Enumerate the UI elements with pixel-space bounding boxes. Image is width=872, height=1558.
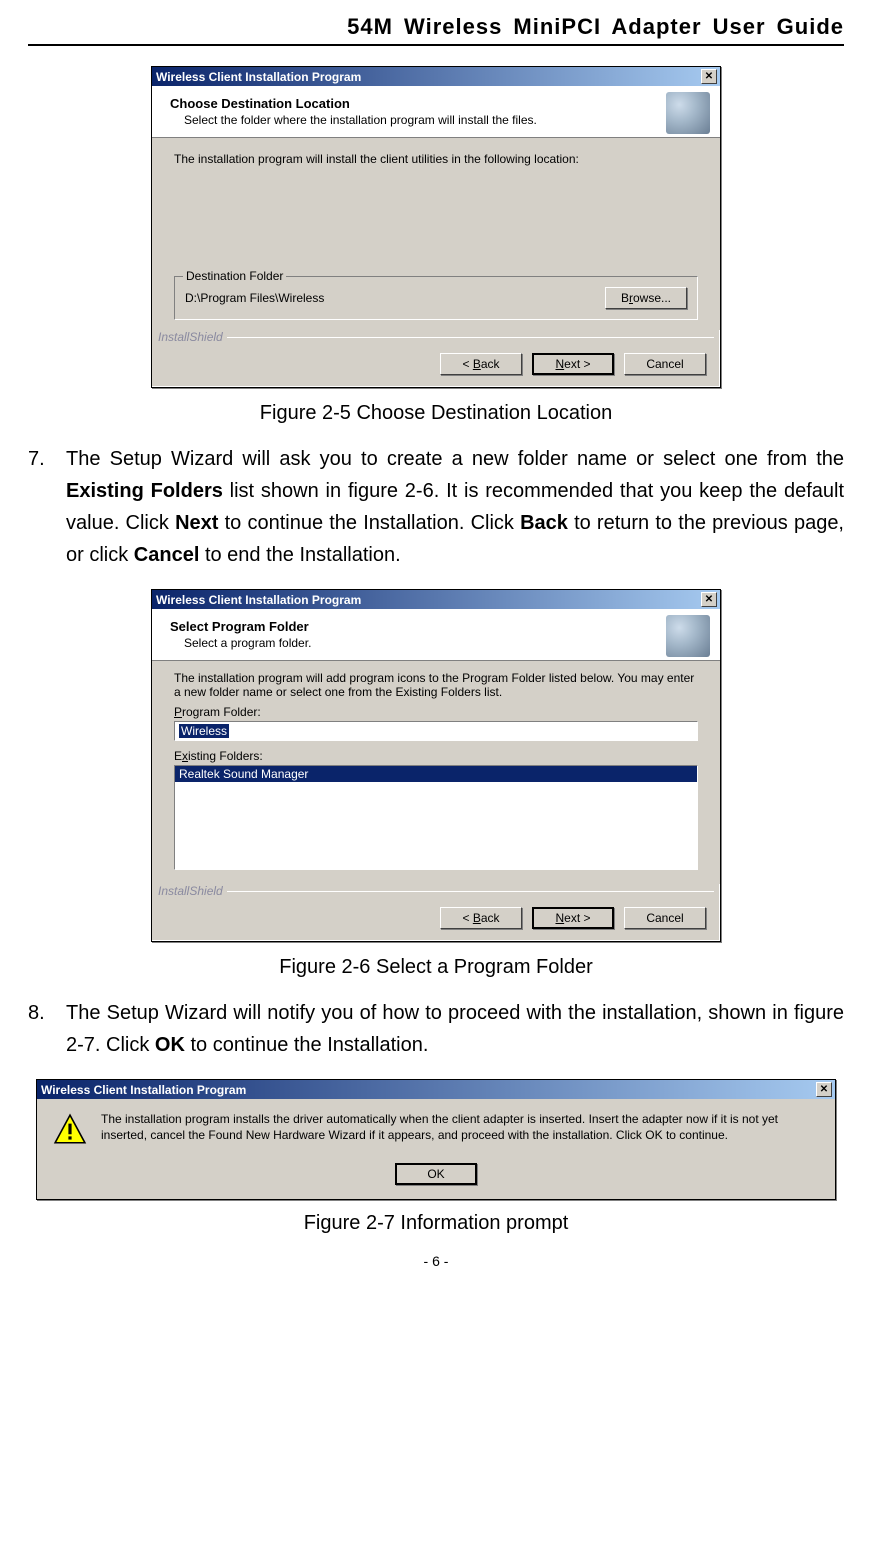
program-folder-label: Program Folder: bbox=[174, 705, 698, 719]
bold-text: Existing Folders bbox=[66, 480, 223, 502]
text: to continue the Installation. bbox=[185, 1034, 429, 1056]
next-button[interactable]: Next > bbox=[532, 353, 614, 375]
installer-logo-icon bbox=[666, 92, 710, 134]
dialog-body: The installation program will install th… bbox=[152, 138, 720, 330]
step-number: 8. bbox=[28, 997, 66, 1061]
existing-folders-label: Existing Folders: bbox=[174, 749, 698, 763]
input-value: Wireless bbox=[179, 724, 229, 738]
dialog-select-program-folder: Wireless Client Installation Program ✕ S… bbox=[151, 589, 721, 942]
dialog-subheading: Select a program folder. bbox=[170, 636, 702, 650]
bold-text: Cancel bbox=[134, 544, 200, 566]
dialog-body: The installation program installs the dr… bbox=[37, 1099, 835, 1163]
dialog-choose-destination: Wireless Client Installation Program ✕ C… bbox=[151, 66, 721, 388]
titlebar: Wireless Client Installation Program ✕ bbox=[152, 590, 720, 609]
dialog-header: Select Program Folder Select a program f… bbox=[152, 609, 720, 661]
browse-button[interactable]: Browse... bbox=[605, 287, 687, 309]
back-button[interactable]: < Back bbox=[440, 353, 522, 375]
close-icon[interactable]: ✕ bbox=[701, 69, 717, 84]
warning-text: The installation program installs the dr… bbox=[101, 1111, 819, 1143]
figure-caption-2-6: Figure 2-6 Select a Program Folder bbox=[28, 956, 844, 979]
cancel-button[interactable]: Cancel bbox=[624, 907, 706, 929]
paragraph-step-8: 8. The Setup Wizard will notify you of h… bbox=[28, 997, 844, 1061]
dialog-information-prompt: Wireless Client Installation Program ✕ T… bbox=[36, 1079, 836, 1200]
installer-logo-icon bbox=[666, 615, 710, 657]
button-row: < Back Next > Cancel bbox=[152, 347, 720, 387]
figure-caption-2-5: Figure 2-5 Choose Destination Location bbox=[28, 402, 844, 425]
close-icon[interactable]: ✕ bbox=[816, 1082, 832, 1097]
text: The Setup Wizard will ask you to create … bbox=[66, 448, 844, 470]
step-number: 7. bbox=[28, 443, 66, 571]
window-title: Wireless Client Installation Program bbox=[156, 70, 361, 84]
dialog-heading: Select Program Folder bbox=[170, 619, 702, 634]
dialog-body: The installation program will add progra… bbox=[152, 661, 720, 884]
button-row: OK bbox=[37, 1163, 835, 1199]
page-number: - 6 - bbox=[28, 1253, 844, 1269]
dialog-header: Choose Destination Location Select the f… bbox=[152, 86, 720, 138]
next-button[interactable]: Next > bbox=[532, 907, 614, 929]
existing-folders-listbox[interactable]: Realtek Sound Manager bbox=[174, 765, 698, 870]
installshield-label: InstallShield bbox=[152, 884, 720, 901]
bold-text: OK bbox=[155, 1034, 185, 1056]
window-title: Wireless Client Installation Program bbox=[156, 593, 361, 607]
list-item[interactable]: Realtek Sound Manager bbox=[175, 766, 697, 782]
installshield-text: InstallShield bbox=[158, 330, 223, 344]
paragraph-step-7: 7. The Setup Wizard will ask you to crea… bbox=[28, 443, 844, 571]
back-button[interactable]: < Back bbox=[440, 907, 522, 929]
program-folder-input[interactable]: Wireless bbox=[174, 721, 698, 741]
ok-button[interactable]: OK bbox=[395, 1163, 477, 1185]
figure-caption-2-7: Figure 2-7 Information prompt bbox=[28, 1212, 844, 1235]
dialog-heading: Choose Destination Location bbox=[170, 96, 702, 111]
text: to end the Installation. bbox=[199, 544, 400, 566]
titlebar: Wireless Client Installation Program ✕ bbox=[37, 1080, 835, 1099]
destination-folder-group: Destination Folder D:\Program Files\Wire… bbox=[174, 276, 698, 320]
cancel-button[interactable]: Cancel bbox=[624, 353, 706, 375]
body-text: The installation program will add progra… bbox=[174, 671, 698, 699]
text: to continue the Installation. Click bbox=[218, 512, 520, 534]
warning-icon bbox=[53, 1113, 87, 1147]
titlebar: Wireless Client Installation Program ✕ bbox=[152, 67, 720, 86]
page-header: 54M Wireless MiniPCI Adapter User Guide bbox=[28, 14, 844, 46]
window-title: Wireless Client Installation Program bbox=[41, 1083, 246, 1097]
installshield-label: InstallShield bbox=[152, 330, 720, 347]
divider bbox=[227, 891, 714, 892]
divider bbox=[227, 337, 714, 338]
close-icon[interactable]: ✕ bbox=[701, 592, 717, 607]
dialog-subheading: Select the folder where the installation… bbox=[170, 113, 702, 127]
installshield-text: InstallShield bbox=[158, 884, 223, 898]
body-text: The installation program will install th… bbox=[174, 152, 698, 166]
bold-text: Next bbox=[175, 512, 218, 534]
fieldset-legend: Destination Folder bbox=[183, 269, 286, 283]
destination-path: D:\Program Files\Wireless bbox=[185, 291, 324, 305]
bold-text: Back bbox=[520, 512, 568, 534]
button-row: < Back Next > Cancel bbox=[152, 901, 720, 941]
